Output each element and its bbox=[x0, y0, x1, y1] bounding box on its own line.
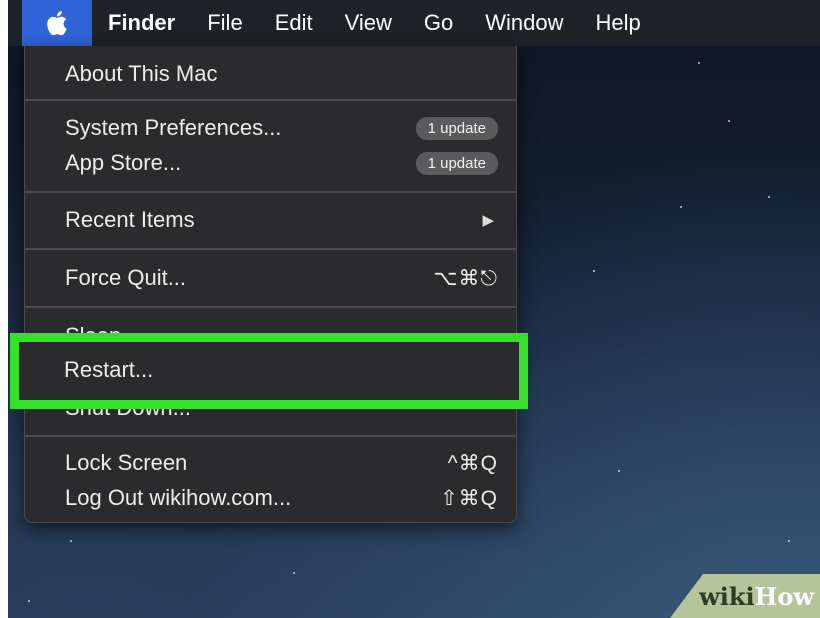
keyboard-shortcut: ^⌘Q bbox=[447, 451, 498, 475]
menubar-file[interactable]: File bbox=[191, 0, 258, 46]
menu-separator bbox=[25, 435, 516, 437]
menu-item-app-store[interactable]: App Store... 1 update bbox=[25, 145, 516, 181]
restart-highlight-box: Restart... bbox=[10, 333, 528, 409]
apple-menu-button[interactable] bbox=[22, 0, 92, 46]
menu-item-restart[interactable]: Restart... bbox=[19, 352, 519, 388]
menu-item-label: System Preferences... bbox=[65, 115, 282, 140]
watermark-how: How bbox=[754, 581, 814, 611]
menu-separator bbox=[25, 191, 516, 193]
menu-item-label: Lock Screen bbox=[65, 450, 188, 475]
menu-separator bbox=[25, 306, 516, 308]
apple-icon bbox=[47, 11, 67, 36]
menubar-window[interactable]: Window bbox=[469, 0, 579, 46]
menubar-finder[interactable]: Finder bbox=[92, 0, 191, 46]
menubar-go[interactable]: Go bbox=[408, 0, 469, 46]
menu-item-about-this-mac[interactable]: About This Mac bbox=[25, 56, 516, 92]
menubar-edit[interactable]: Edit bbox=[259, 0, 329, 46]
menu-separator bbox=[25, 99, 516, 101]
menu-item-lock-screen[interactable]: Lock Screen ^⌘Q bbox=[25, 445, 516, 481]
apple-menu-dropdown: About This Mac System Preferences... 1 u… bbox=[24, 46, 517, 523]
wikihow-watermark: wiki How bbox=[670, 574, 820, 618]
menu-item-log-out[interactable]: Log Out wikihow.com... ⇧⌘Q bbox=[25, 480, 516, 516]
watermark-wiki: wiki bbox=[699, 581, 755, 611]
menu-item-system-preferences[interactable]: System Preferences... 1 update bbox=[25, 110, 516, 146]
update-badge: 1 update bbox=[415, 151, 498, 175]
menu-item-recent-items[interactable]: Recent Items ▶ bbox=[25, 202, 516, 238]
update-badge: 1 update bbox=[415, 116, 498, 140]
menu-item-label: App Store... bbox=[65, 150, 182, 175]
menu-bar: Finder File Edit View Go Window Help bbox=[8, 0, 820, 46]
menu-item-label: Log Out wikihow.com... bbox=[65, 485, 292, 510]
menubar-view[interactable]: View bbox=[329, 0, 408, 46]
keyboard-shortcut: ⌥⌘⎋ bbox=[433, 266, 498, 290]
menu-item-label: Restart... bbox=[64, 357, 154, 382]
menubar-help[interactable]: Help bbox=[580, 0, 657, 46]
menu-item-label: Recent Items bbox=[65, 207, 195, 232]
menu-separator bbox=[25, 248, 516, 250]
menu-item-force-quit[interactable]: Force Quit... ⌥⌘⎋ bbox=[25, 260, 516, 296]
menu-item-label: About This Mac bbox=[65, 61, 218, 86]
submenu-arrow-icon: ▶ bbox=[482, 212, 494, 229]
keyboard-shortcut: ⇧⌘Q bbox=[440, 486, 498, 510]
menu-item-label: Force Quit... bbox=[65, 265, 187, 290]
